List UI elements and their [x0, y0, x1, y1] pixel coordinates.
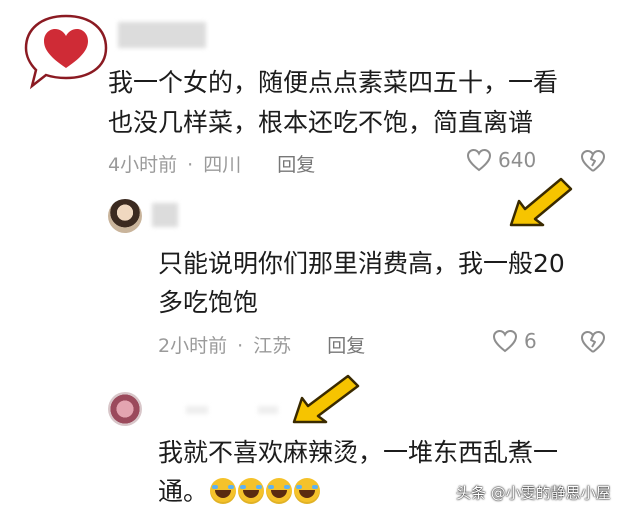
comment-location: 四川	[203, 154, 242, 176]
comment-text-line-1: 我就不喜欢麻辣烫，一堆东西乱煮一	[158, 438, 559, 467]
heart-badge-icon	[22, 12, 110, 90]
username-blurred[interactable]	[118, 22, 206, 48]
comment-2: 只能说明你们那里消费高，我一般20 多吃饱饱 2小时前 · 江苏 回复 6	[0, 177, 640, 365]
reply-button[interactable]: 回复	[277, 154, 315, 176]
comment-meta: 2小时前 · 江苏 回复	[158, 331, 365, 358]
comment-text-line-1: 我一个女的，随便点点素菜四五十，一看	[108, 68, 559, 97]
broken-heart-icon	[581, 331, 605, 353]
username-blurred[interactable]	[258, 406, 278, 414]
like-count: 6	[524, 329, 537, 353]
meta-separator: ·	[187, 154, 194, 176]
meta-separator: ·	[237, 335, 244, 357]
username-blurred[interactable]	[186, 406, 208, 414]
reply-button[interactable]: 回复	[327, 335, 365, 357]
comment-text-line-2: 通。	[158, 471, 321, 512]
comment-text-line-1: 只能说明你们那里消费高，我一般20	[158, 249, 565, 278]
like-button[interactable]: 6	[492, 329, 537, 353]
comment-text-line-2: 也没几样菜，根本还吃不饱，简直离谱	[108, 108, 534, 137]
comment-location: 江苏	[253, 335, 292, 357]
broken-heart-icon	[581, 150, 605, 172]
rolling-laughing-emoji	[294, 478, 321, 504]
rolling-laughing-emoji	[210, 478, 237, 504]
comment-meta: 4小时前 · 四川 回复	[108, 150, 315, 177]
rolling-laughing-emoji	[238, 478, 265, 504]
yellow-arrow-icon	[288, 368, 364, 432]
avatar[interactable]	[108, 392, 142, 426]
comment-1: 我一个女的，随便点点素菜四五十，一看 也没几样菜，根本还吃不饱，简直离谱 4小时…	[0, 0, 640, 185]
watermark: 头条 @小雯的静思小屋	[456, 484, 611, 502]
rolling-laughing-emoji	[266, 478, 293, 504]
dislike-button[interactable]	[580, 149, 606, 177]
comment-time: 2小时前	[158, 335, 228, 357]
yellow-arrow-icon	[505, 171, 577, 235]
like-button[interactable]: 640	[466, 148, 536, 172]
heart-outline-icon	[492, 329, 518, 353]
comment-time: 4小时前	[108, 154, 178, 176]
username-blurred[interactable]	[152, 203, 178, 227]
avatar[interactable]	[108, 199, 142, 233]
like-count: 640	[498, 148, 537, 172]
heart-outline-icon	[466, 148, 492, 172]
dislike-button[interactable]	[580, 330, 606, 358]
comment-text-line-2-text: 通。	[158, 477, 209, 506]
comment-3: 我就不喜欢麻辣烫，一堆东西乱煮一 通。 头条 @小雯的静思小屋	[0, 370, 640, 514]
comment-text-line-2: 多吃饱饱	[158, 288, 259, 317]
